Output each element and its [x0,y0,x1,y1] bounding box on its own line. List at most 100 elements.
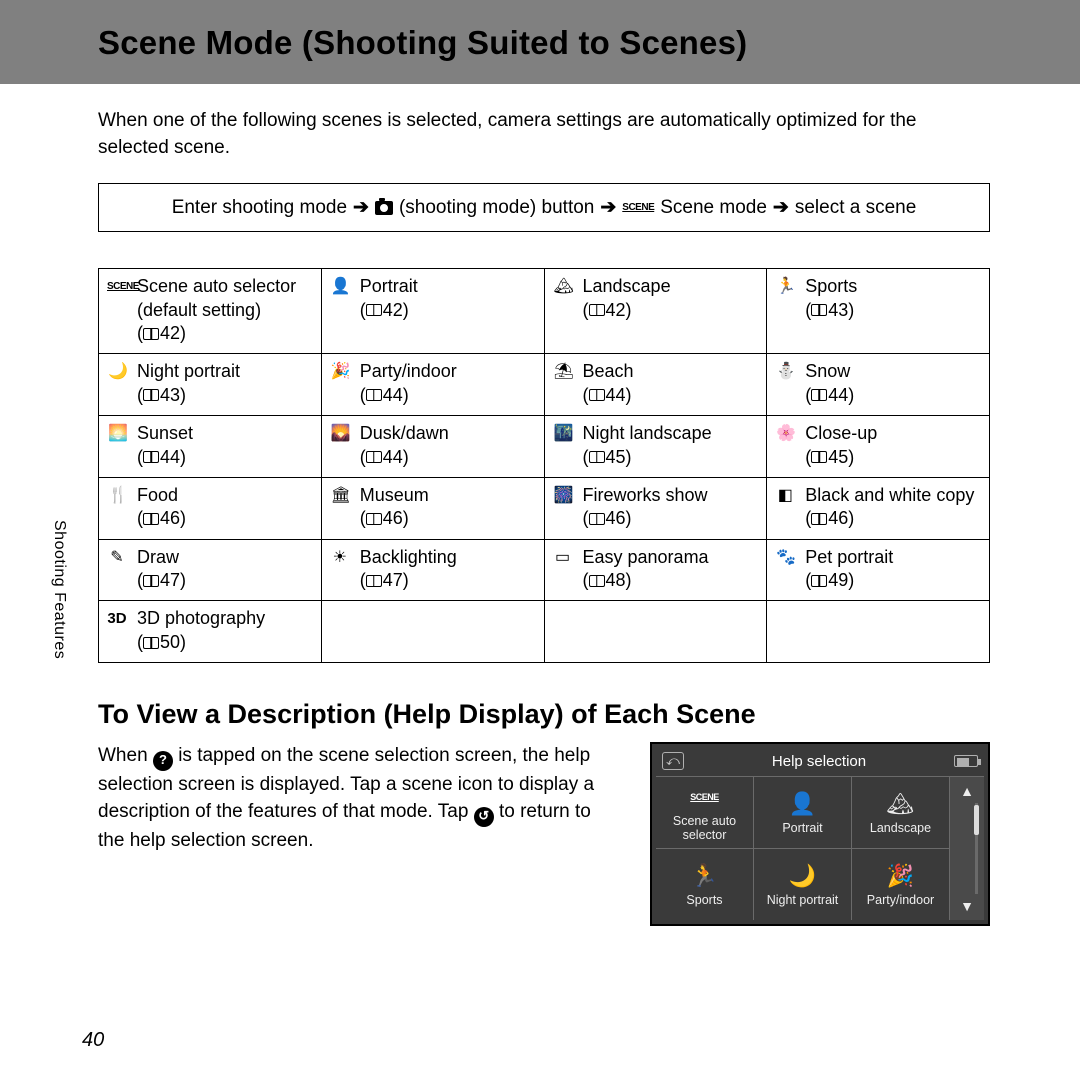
scene-icon: 3D [107,607,127,654]
manual-page-icon [143,513,159,525]
scene-name: Scene auto selector [137,275,296,298]
bc-step-1: Enter shooting mode [172,197,347,219]
scene-cell: 🌅 Sunset(44) [99,416,322,478]
lcd-scene-cell[interactable]: SCENEScene auto selector [656,776,754,848]
lcd-scene-cell[interactable]: 🌙Night portrait [754,848,852,920]
page-reference: (50) [137,631,186,654]
lcd-scrollbar[interactable]: ▲▼ [950,776,984,920]
manual-page-icon [589,389,605,401]
scene-cell [321,601,544,663]
scene-cell: 🌙Night portrait(43) [99,354,322,416]
scene-icon: ⛱ [553,360,573,407]
navigation-path-box: Enter shooting mode ➔ (shooting mode) bu… [98,183,990,232]
scroll-up-icon[interactable]: ▲ [960,783,974,799]
page-reference: (48) [583,569,632,592]
page-reference: (44) [805,384,854,407]
scene-icon: 🎆 [553,484,573,531]
arrow-icon: ➔ [773,196,789,219]
manual-page-icon [366,575,382,587]
scene-cell: ✎Draw(47) [99,539,322,601]
bc-step-2: (shooting mode) button [399,197,594,219]
scene-subtext: (default setting) [137,299,296,322]
scene-cell: ⛱Beach(44) [544,354,767,416]
lcd-title: Help selection [772,753,866,770]
manual-page-icon [143,637,159,649]
scene-name: Night landscape [583,422,712,445]
help-selection-screen: ⤺ Help selection SCENEScene auto selecto… [650,742,990,926]
scene-icon: 🏛 [330,484,350,531]
scene-cell: 🏔Landscape(42) [544,269,767,354]
back-arrow-icon: ↺ [474,807,494,827]
page-reference: (43) [805,299,854,322]
scene-name: Food [137,484,186,507]
page-reference: (45) [805,446,854,469]
scene-icon: 👤 [330,275,350,322]
scene-name: Easy panorama [583,546,709,569]
scene-icon: 🌅 [107,422,127,469]
lcd-scene-label: Scene auto selector [658,815,751,843]
page-reference: (47) [360,569,409,592]
scene-cell: 👤Portrait(42) [321,269,544,354]
scene-cell [544,601,767,663]
scene-cell: 🐾Pet portrait(49) [767,539,990,601]
manual-page-icon [366,513,382,525]
scene-icon: 🌸 [775,422,795,469]
lcd-scene-label: Sports [686,894,722,908]
page-reference: (42) [583,299,632,322]
page-reference: (46) [805,507,854,530]
scene-icon: ▭ [553,546,573,593]
manual-page-icon [589,451,605,463]
section-tab-label: Shooting Features [50,520,68,659]
scene-modes-table: SCENE Scene auto selector(default setting… [98,268,990,663]
manual-page-icon [811,513,827,525]
help-paragraph: When ? is tapped on the scene selection … [98,742,622,854]
lcd-scene-cell[interactable]: 🎉Party/indoor [852,848,950,920]
manual-page-icon [366,389,382,401]
question-mark-icon: ? [153,751,173,771]
intro-paragraph: When one of the following scenes is sele… [98,108,990,161]
page-reference: (46) [360,507,409,530]
scene-cell: SCENE Scene auto selector(default setting… [99,269,322,354]
scene-icon: SCENE [107,275,127,345]
bc-step-4: select a scene [795,197,916,219]
scene-icon: 🌃 [553,422,573,469]
lcd-scene-cell[interactable]: 🏃Sports [656,848,754,920]
scene-name: Party/indoor [360,360,457,383]
scene-cell: 🎉Party/indoor(44) [321,354,544,416]
scene-cell: ☀Backlighting(47) [321,539,544,601]
scene-name: Dusk/dawn [360,422,449,445]
scene-name: Night portrait [137,360,240,383]
lcd-back-button[interactable]: ⤺ [662,752,684,770]
camera-icon [375,201,393,215]
page-reference: (45) [583,446,632,469]
manual-page-icon [811,575,827,587]
page-reference: (42) [137,322,186,345]
lcd-scene-label: Night portrait [767,894,839,908]
page-reference: (44) [583,384,632,407]
scene-mode-icon: SCENE [622,202,654,213]
scene-cell [767,601,990,663]
scene-name: 3D photography [137,607,265,630]
scene-name: Sunset [137,422,193,445]
manual-page-icon [143,451,159,463]
arrow-icon: ➔ [600,196,616,219]
lcd-scene-cell[interactable]: 👤Portrait [754,776,852,848]
page-reference: (47) [137,569,186,592]
page-reference: (42) [360,299,409,322]
manual-page-icon [366,451,382,463]
scroll-down-icon[interactable]: ▼ [960,898,974,914]
manual-page-icon [589,513,605,525]
manual-page-icon [366,304,382,316]
page-reference: (44) [137,446,186,469]
scene-name: Close-up [805,422,877,445]
scene-icon: 🍴 [107,484,127,531]
scene-icon: 🏃 [775,275,795,322]
scene-icon: ☀ [330,546,350,593]
page-reference: (44) [360,446,409,469]
lcd-scene-cell[interactable]: 🏔Landscape [852,776,950,848]
manual-page-icon [143,575,159,587]
page-header: Scene Mode (Shooting Suited to Scenes) [0,0,1080,84]
manual-page-icon [811,451,827,463]
help-section-heading: To View a Description (Help Display) of … [98,699,990,730]
page-reference: (46) [137,507,186,530]
